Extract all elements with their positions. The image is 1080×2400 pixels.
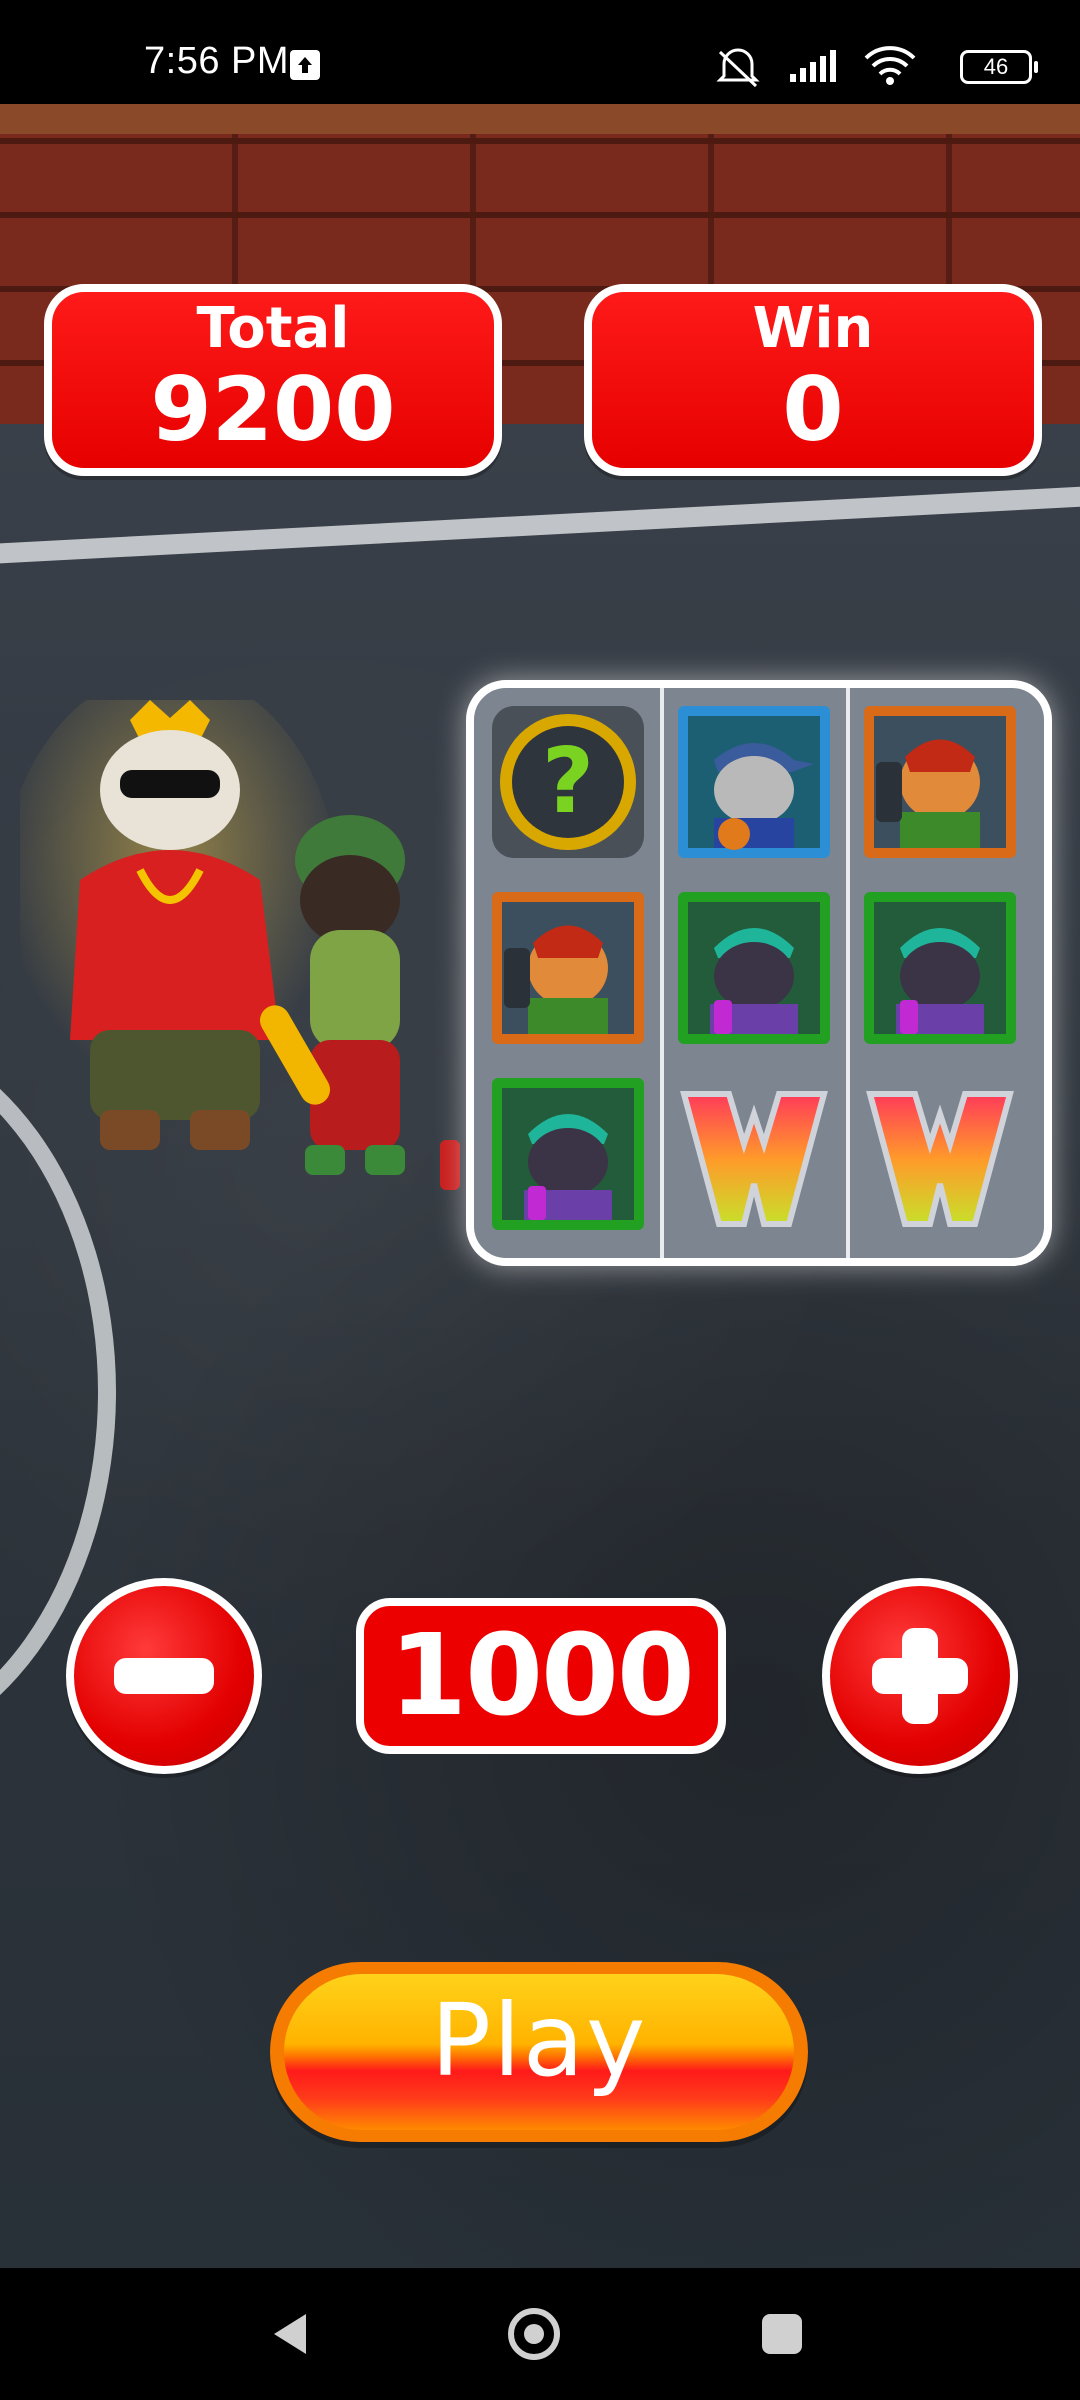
back-icon[interactable] [270, 2312, 310, 2356]
home-icon[interactable] [508, 2308, 560, 2360]
wifi-icon [864, 46, 916, 85]
recents-icon[interactable] [762, 2314, 802, 2354]
system-nav-bar [0, 2268, 1080, 2400]
win-value: 0 [782, 358, 844, 461]
slot-reels: ? [466, 680, 1052, 1266]
increase-bet-button[interactable] [822, 1578, 1018, 1774]
status-bar: 7:56 PM 46 [0, 0, 1080, 104]
mystery-question-symbol: ? [492, 706, 644, 858]
redhead-boombox-cat-symbol [492, 892, 644, 1044]
mute-icon [716, 48, 760, 88]
status-time: 7:56 PM [144, 40, 290, 82]
reel-divider [846, 688, 850, 1258]
redhead-boombox-cat-symbol [864, 706, 1016, 858]
decrease-bet-button[interactable] [66, 1578, 262, 1774]
total-value: 9200 [150, 358, 396, 461]
bet-amount: 1000 [356, 1598, 726, 1754]
total-panel: Total 9200 [44, 284, 502, 476]
cat-characters-illustration [20, 700, 460, 1190]
basketball-cap-cat-symbol [678, 706, 830, 858]
win-panel: Win 0 [584, 284, 1042, 476]
total-label: Total [196, 296, 350, 361]
graffiti-black-cat-symbol [864, 892, 1016, 1044]
win-label: Win [752, 296, 874, 361]
upload-icon [290, 50, 320, 80]
play-button[interactable]: Play [270, 1962, 808, 2142]
signal-icon [790, 50, 836, 82]
reel-divider [660, 688, 664, 1258]
w-wild-symbol [866, 1091, 1014, 1227]
play-button-label: Play [430, 1982, 648, 2099]
battery-icon: 46 [960, 50, 1038, 84]
w-wild-symbol [680, 1091, 828, 1227]
minus-icon [114, 1658, 214, 1694]
svg-text:?: ? [542, 729, 594, 834]
graffiti-black-cat-symbol [678, 892, 830, 1044]
graffiti-black-cat-symbol [492, 1078, 644, 1230]
